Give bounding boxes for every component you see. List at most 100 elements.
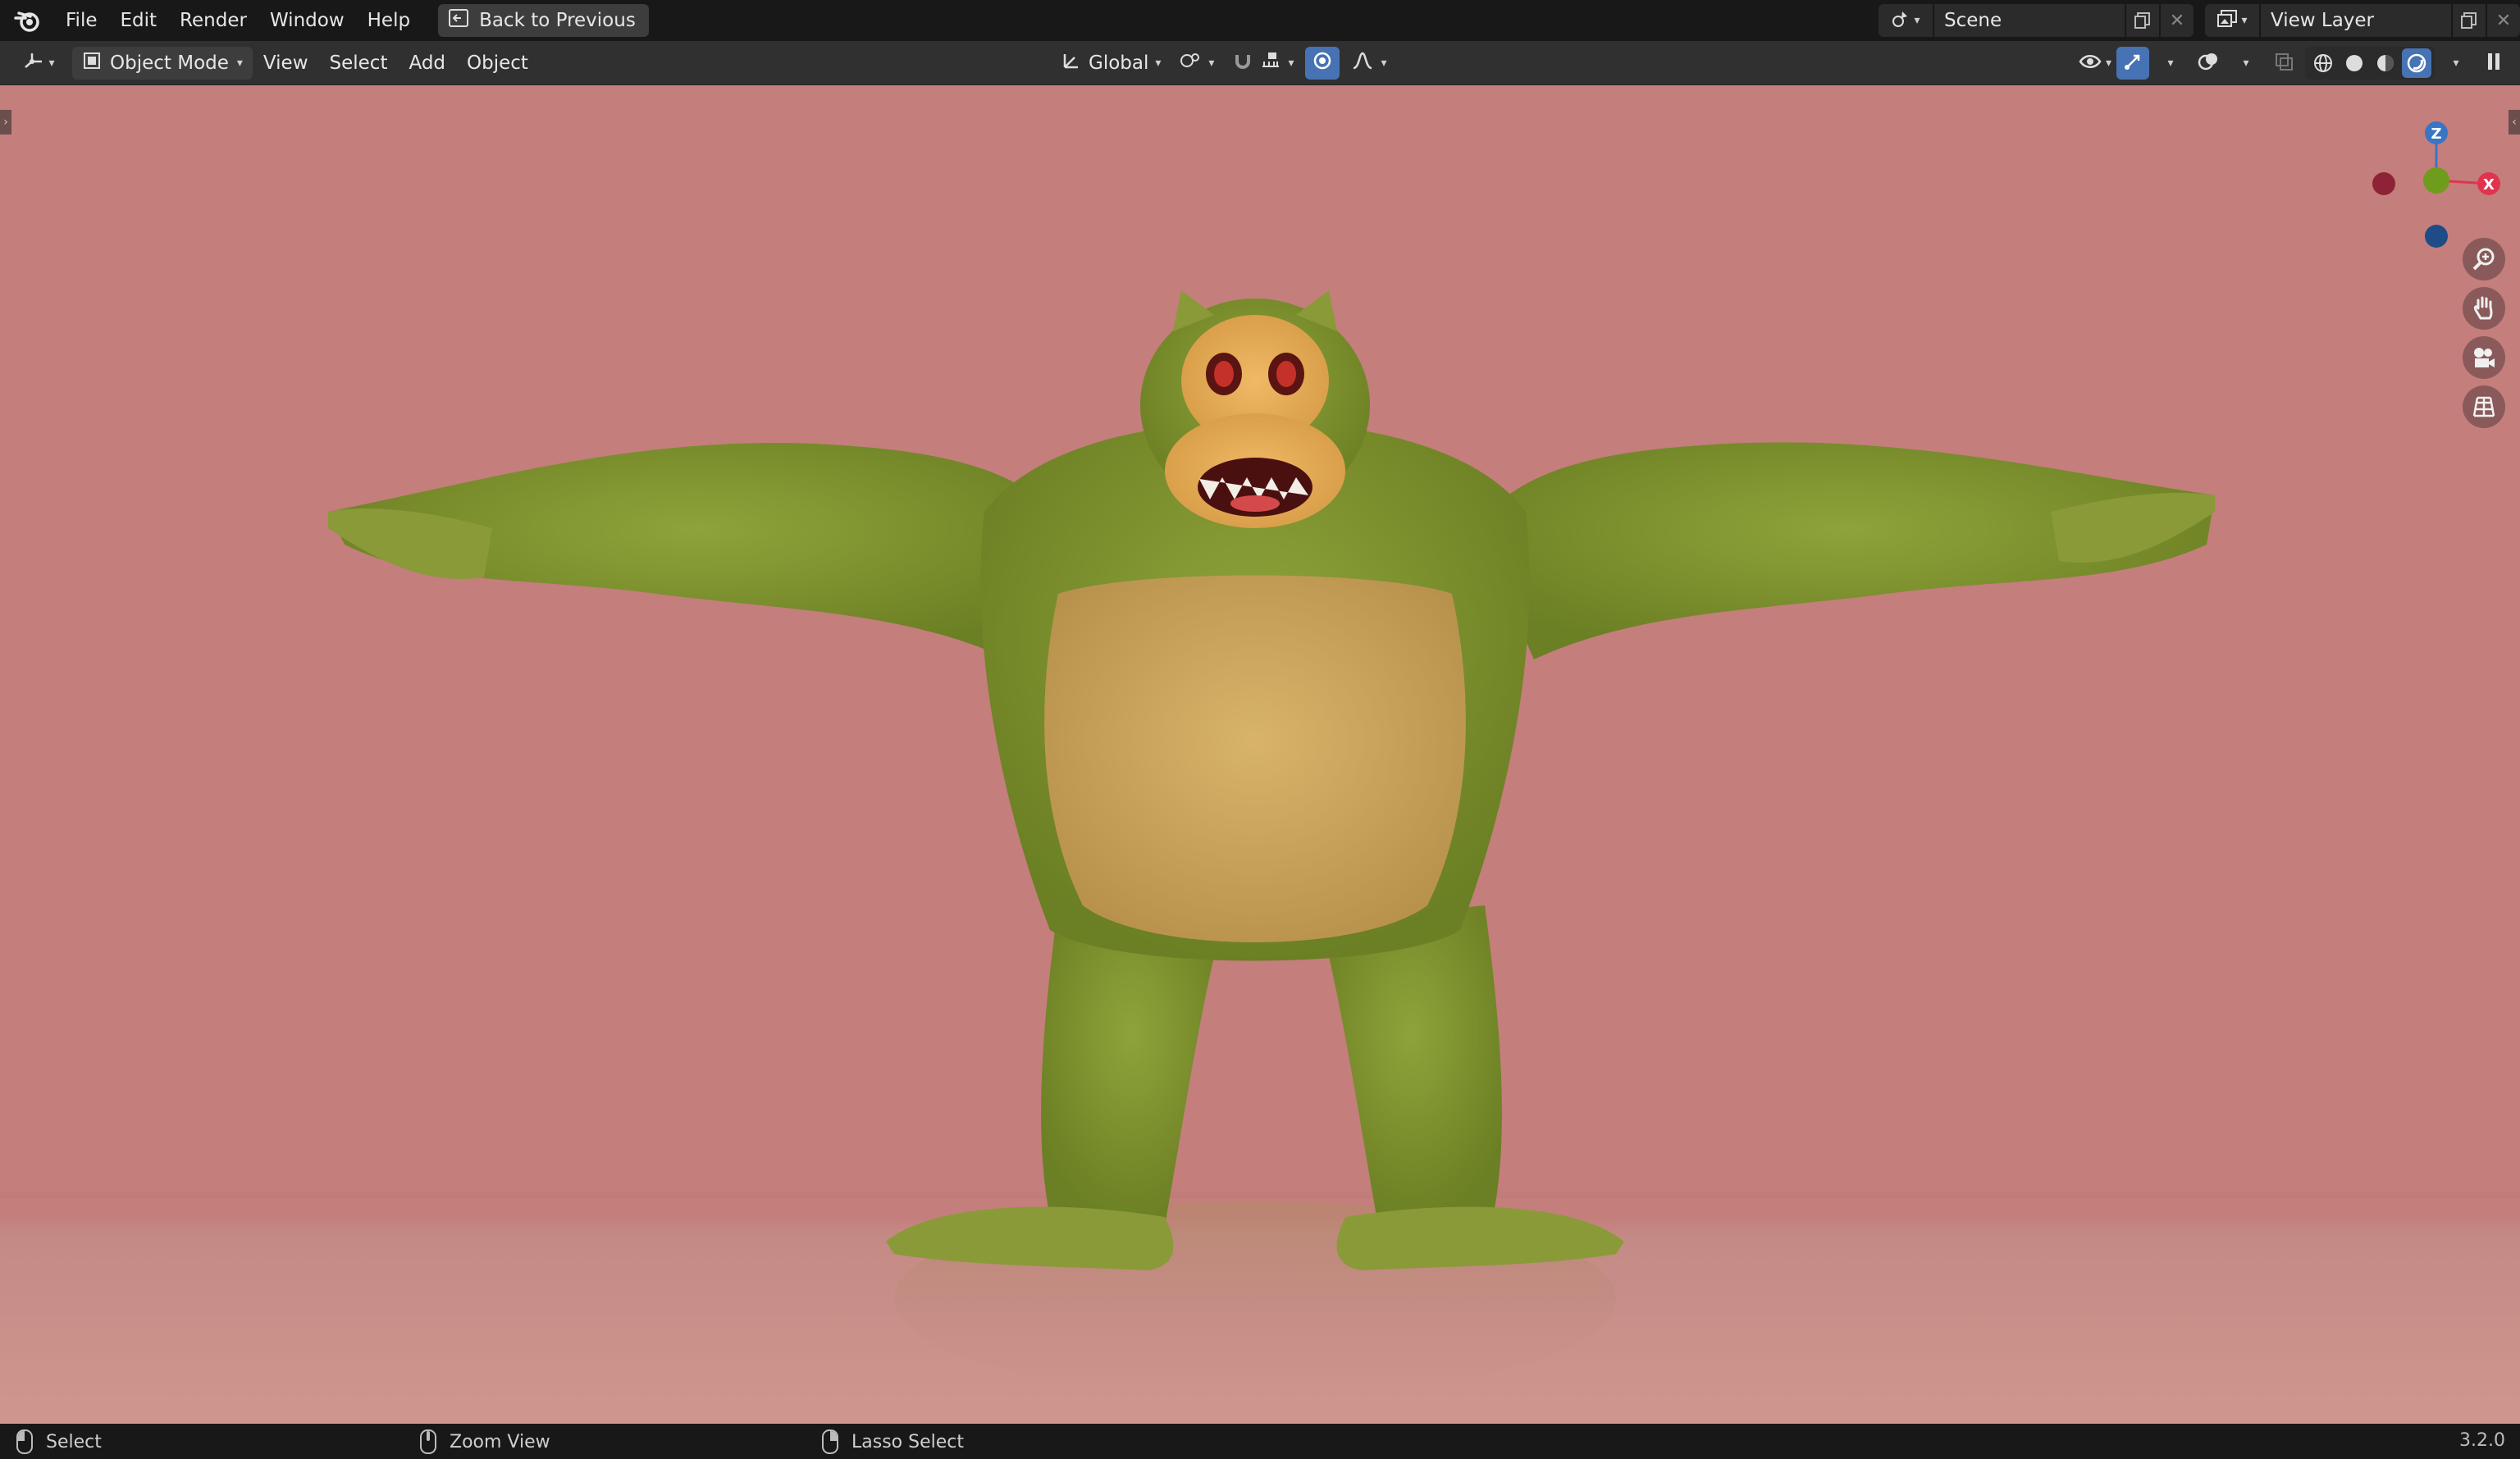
- rendered-shading-icon[interactable]: [2402, 48, 2431, 78]
- navigation-gizmo[interactable]: Z X: [2362, 102, 2510, 249]
- menu-add[interactable]: Add: [398, 47, 456, 80]
- selectability-visibility-dropdown[interactable]: ▾: [2078, 47, 2111, 80]
- material-preview-shading-icon[interactable]: [2371, 48, 2400, 78]
- falloff-curve-icon: [1351, 50, 1374, 76]
- wireframe-shading-icon[interactable]: [2308, 48, 2338, 78]
- status-bar: Select Zoom View Lasso Select 3.2.0: [0, 1424, 2520, 1459]
- chevron-down-icon: ▾: [1381, 57, 1387, 70]
- status-zoom-label: Zoom View: [450, 1431, 550, 1452]
- toggle-xray-button[interactable]: [2267, 47, 2300, 80]
- new-scene-icon[interactable]: [2126, 4, 2159, 37]
- mouse-middle-icon: [420, 1429, 436, 1454]
- chevron-down-icon: ▾: [1155, 57, 1162, 70]
- chevron-down-icon: ▾: [1208, 57, 1215, 70]
- view-layer-name-field[interactable]: View Layer: [2261, 4, 2451, 37]
- show-overlays-toggle[interactable]: [2192, 47, 2225, 80]
- 3d-viewport-icon: [22, 51, 45, 75]
- axis-z-label: Z: [2431, 125, 2441, 143]
- view-layer-icon: [2216, 9, 2238, 32]
- menu-help[interactable]: Help: [356, 4, 422, 37]
- menu-select[interactable]: Select: [319, 47, 399, 80]
- orthographic-grid-icon[interactable]: [2463, 385, 2505, 428]
- gizmo-icon: [2122, 51, 2143, 75]
- menu-file[interactable]: File: [54, 4, 109, 37]
- back-arrow-icon: [448, 8, 469, 33]
- show-gizmo-toggle[interactable]: [2116, 47, 2149, 80]
- chevron-down-icon: ▾: [1914, 14, 1920, 27]
- mouse-right-icon: [822, 1429, 838, 1454]
- menu-edit[interactable]: Edit: [109, 4, 169, 37]
- scene-icon: [1891, 9, 1911, 32]
- overlays-icon: [2197, 51, 2220, 75]
- snap-increment-icon: [1260, 50, 1281, 76]
- pause-icon: [2485, 51, 2503, 75]
- chevron-down-icon: ▾: [48, 56, 55, 70]
- viewport-display-tools: ▾ ▾ ▾ ▾: [2078, 47, 2520, 80]
- chevron-down-icon: ▾: [2167, 57, 2174, 70]
- axis-neg-x-icon[interactable]: [2372, 172, 2395, 195]
- pause-render-button[interactable]: [2477, 47, 2510, 80]
- status-select-hint: Select: [16, 1429, 102, 1455]
- 3d-viewport[interactable]: › ‹ Z X: [0, 85, 2520, 1424]
- delete-view-layer-icon[interactable]: ✕: [2487, 4, 2520, 37]
- chevron-down-icon: ▾: [2105, 57, 2111, 70]
- transform-orientation-label: Global: [1089, 52, 1149, 74]
- menu-window[interactable]: Window: [258, 4, 356, 37]
- delete-scene-icon[interactable]: ✕: [2161, 4, 2194, 37]
- status-zoom-hint: Zoom View: [420, 1429, 550, 1455]
- back-to-previous-label: Back to Previous: [479, 10, 636, 31]
- transform-tools: Global ▾ ▾ ▾ ▾: [1054, 47, 1394, 80]
- orientation-icon: [1061, 50, 1082, 76]
- status-select-label: Select: [46, 1431, 102, 1452]
- xray-icon: [2273, 51, 2294, 75]
- new-view-layer-icon[interactable]: [2453, 4, 2486, 37]
- viewport-header: ▾ Object Mode ▾ View Select Add Object G…: [0, 41, 2520, 85]
- proportional-editing-icon: [1312, 50, 1333, 76]
- object-mode-icon: [82, 51, 102, 75]
- axis-y-icon[interactable]: [2423, 167, 2449, 194]
- monster-character-model[interactable]: [0, 85, 2520, 1424]
- scene-selector-group: ▾ Scene ✕: [1879, 4, 2194, 37]
- pivot-icon: [1179, 50, 1202, 76]
- scene-browse-button[interactable]: ▾: [1879, 4, 1933, 37]
- chevron-down-icon: ▾: [1288, 57, 1294, 70]
- version-label: 3.2.0: [2459, 1430, 2505, 1451]
- proportional-falloff-dropdown[interactable]: ▾: [1344, 47, 1393, 80]
- transform-orientation-dropdown[interactable]: Global ▾: [1054, 47, 1167, 80]
- axis-x-label: X: [2483, 176, 2495, 194]
- scene-name-field[interactable]: Scene: [1934, 4, 2125, 37]
- top-bar: File Edit Render Window Help Back to Pre…: [0, 0, 2520, 41]
- proportional-editing-toggle[interactable]: [1305, 47, 1340, 80]
- view-layer-group: ▾ View Layer ✕: [2205, 4, 2520, 37]
- chevron-down-icon: ▾: [236, 56, 243, 70]
- status-lasso-hint: Lasso Select: [822, 1429, 964, 1455]
- object-mode-label: Object Mode: [110, 52, 229, 74]
- shading-mode-group: [2305, 47, 2435, 80]
- camera-view-icon[interactable]: [2463, 336, 2505, 379]
- axis-neg-z-icon[interactable]: [2425, 225, 2448, 248]
- editor-type-button[interactable]: ▾: [13, 47, 64, 80]
- solid-shading-icon[interactable]: [2340, 48, 2369, 78]
- pivot-point-dropdown[interactable]: ▾: [1172, 47, 1221, 80]
- snap-toggle[interactable]: ▾: [1226, 47, 1300, 80]
- zoom-icon[interactable]: [2463, 238, 2505, 280]
- menu-view[interactable]: View: [253, 47, 319, 80]
- back-to-previous-button[interactable]: Back to Previous: [438, 4, 649, 37]
- chevron-down-icon: ▾: [2243, 57, 2249, 70]
- status-lasso-label: Lasso Select: [851, 1431, 964, 1452]
- workspace-selectors: ▾ Scene ✕ ▾ View Layer ✕: [1879, 0, 2520, 41]
- mouse-left-icon: [16, 1429, 33, 1454]
- chevron-down-icon: ▾: [2241, 14, 2248, 27]
- menu-object[interactable]: Object: [456, 47, 539, 80]
- overlays-options-dropdown[interactable]: ▾: [2230, 47, 2262, 80]
- pan-hand-icon[interactable]: [2463, 287, 2505, 330]
- shading-options-dropdown[interactable]: ▾: [2440, 47, 2472, 80]
- menu-render[interactable]: Render: [168, 4, 258, 37]
- magnet-icon: [1232, 50, 1253, 76]
- gizmo-options-dropdown[interactable]: ▾: [2154, 47, 2187, 80]
- object-mode-dropdown[interactable]: Object Mode ▾: [72, 46, 253, 80]
- view-layer-browse-button[interactable]: ▾: [2205, 4, 2259, 37]
- blender-logo-icon[interactable]: [11, 4, 44, 37]
- eye-icon: [2078, 51, 2102, 75]
- chevron-down-icon: ▾: [2453, 57, 2459, 70]
